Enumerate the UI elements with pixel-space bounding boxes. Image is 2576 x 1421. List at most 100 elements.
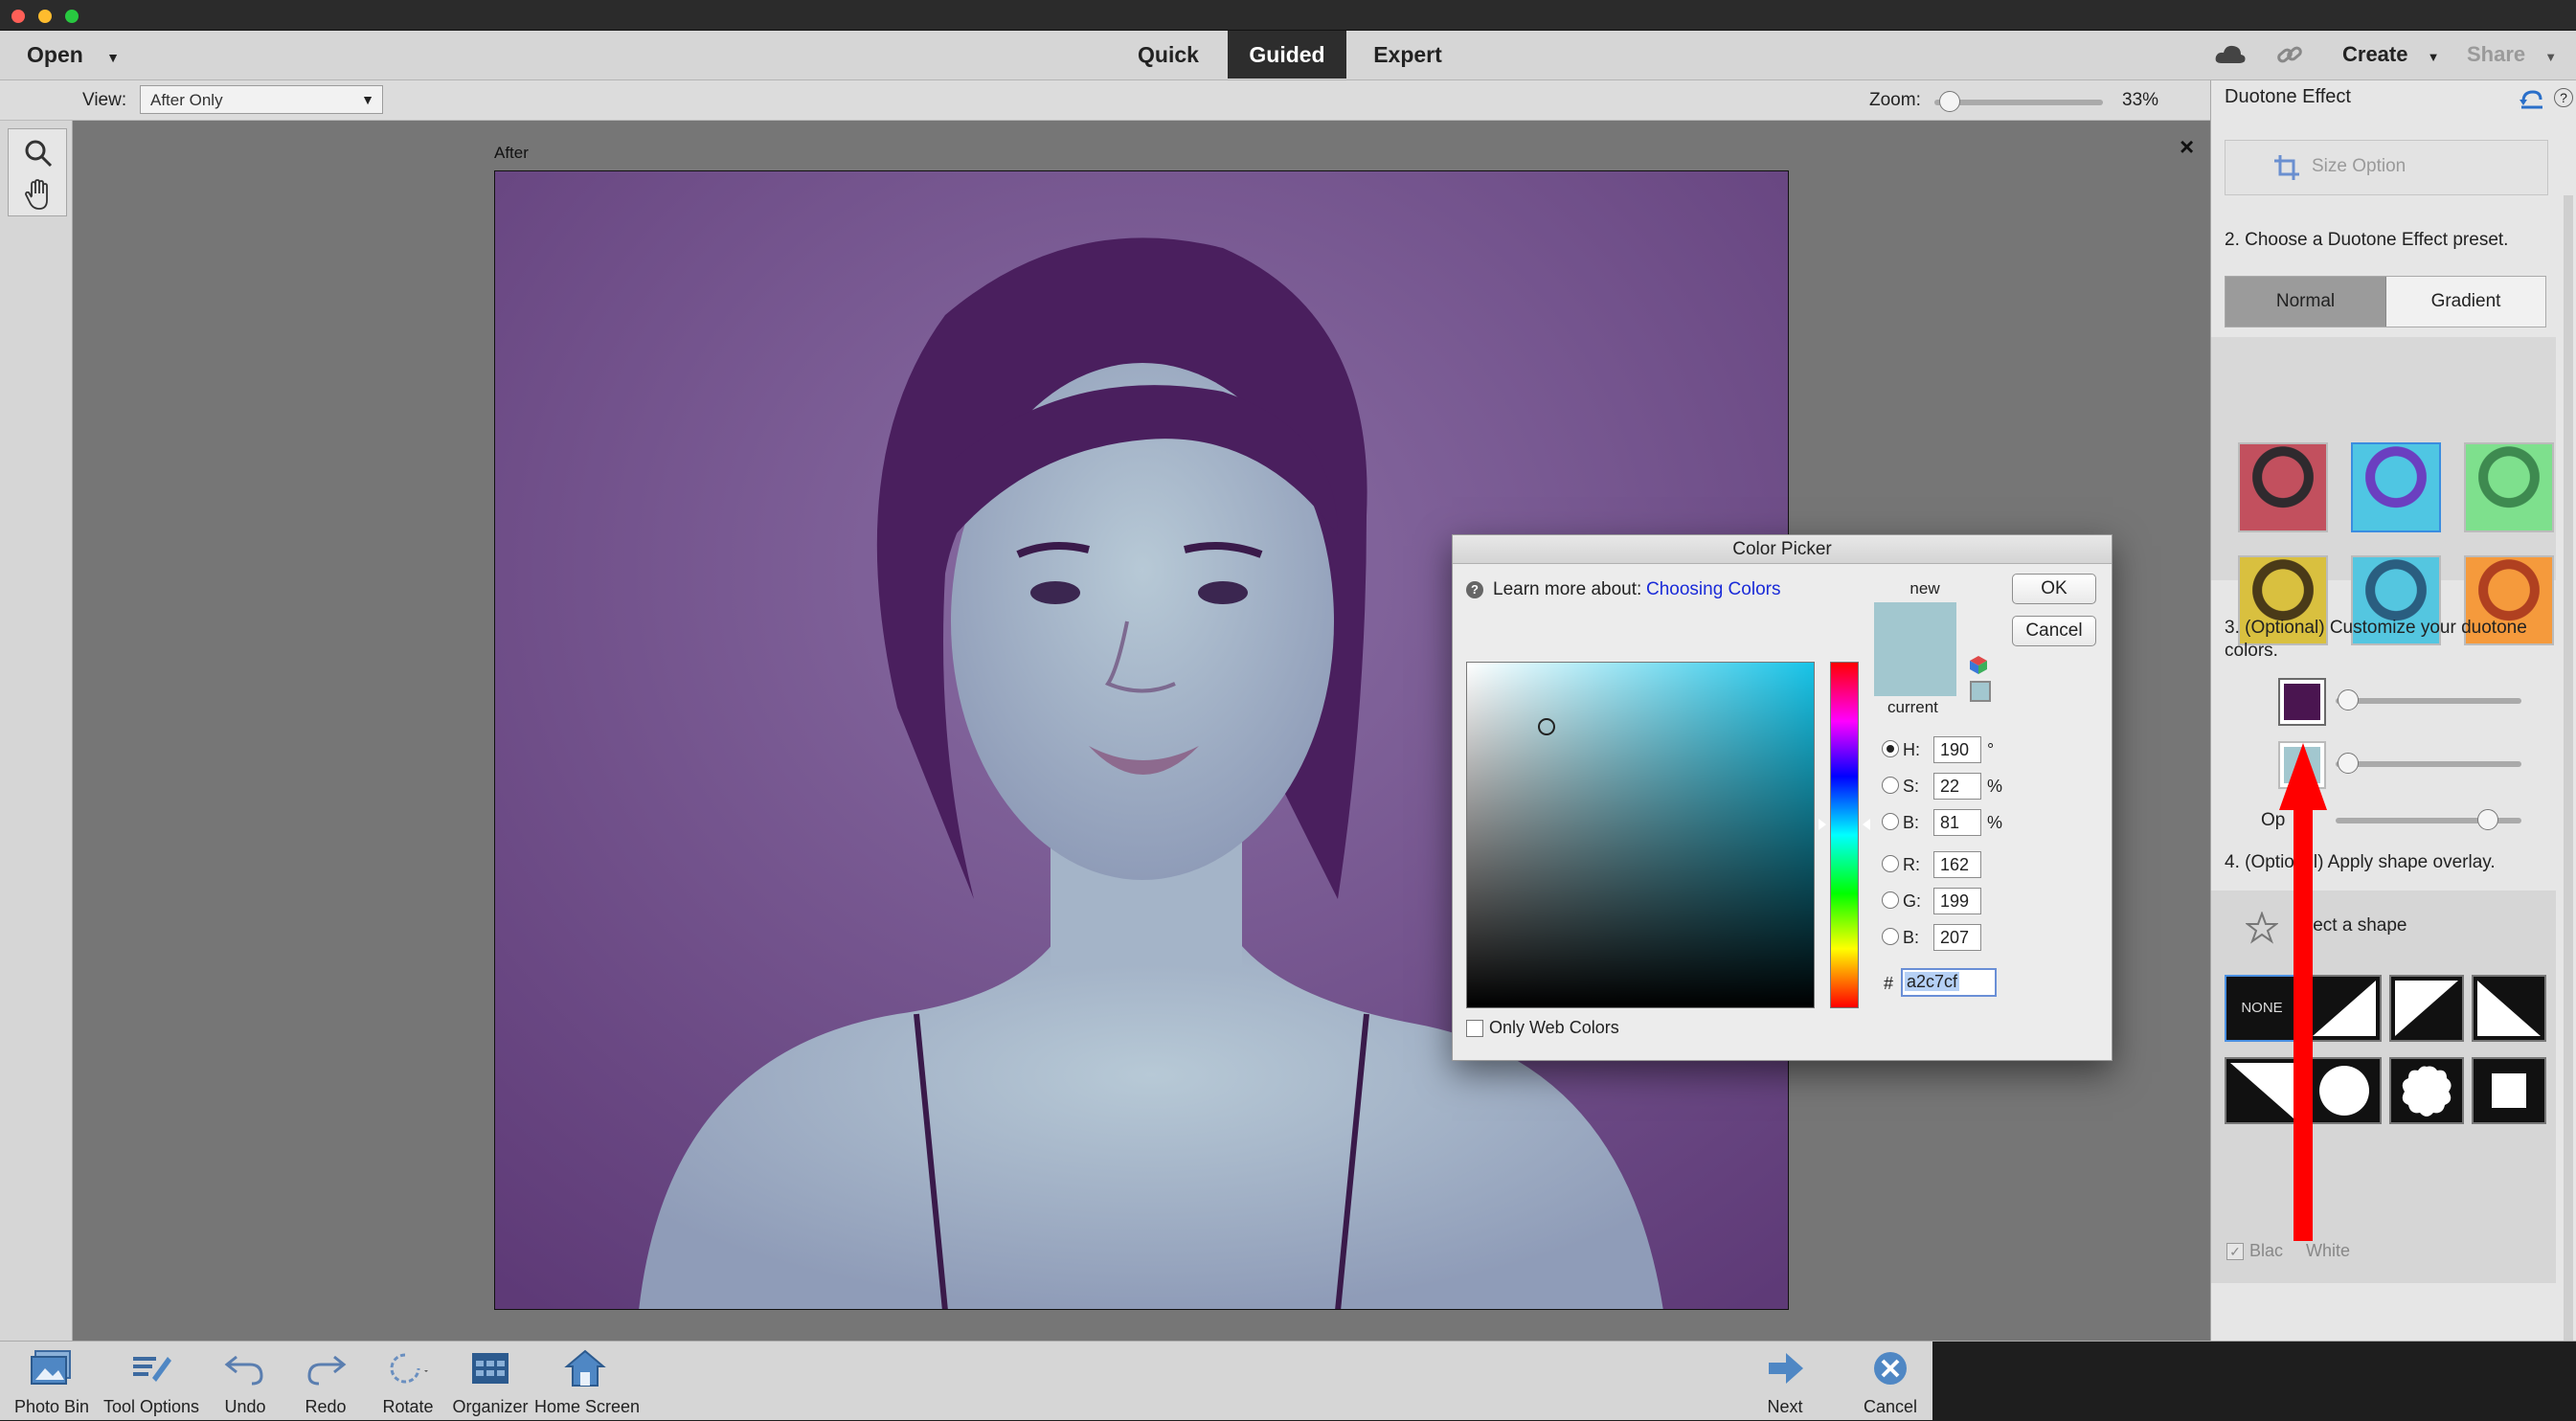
photo-bin-button[interactable]: Photo Bin — [6, 1342, 98, 1421]
zoom-tool-icon[interactable] — [24, 139, 53, 168]
rotate-button[interactable]: Rotate — [370, 1342, 446, 1421]
after-label: After — [494, 144, 529, 162]
blue-field[interactable]: 207 — [1933, 924, 1981, 951]
web-safe-swatch-icon[interactable] — [1970, 681, 1991, 702]
organizer-button[interactable]: Organizer — [448, 1342, 532, 1421]
home-screen-button[interactable]: Home Screen — [534, 1342, 640, 1421]
cancel-guided-button[interactable]: Cancel — [1850, 1342, 1931, 1421]
step3-text: 3. (Optional) Customize your duotone col… — [2225, 618, 2527, 661]
dialog-title: Color Picker — [1453, 535, 2112, 564]
tab-normal[interactable]: Normal — [2226, 277, 2386, 327]
new-color-swatch — [1874, 602, 1956, 652]
close-view-icon[interactable]: × — [2180, 132, 2194, 162]
close-window-button[interactable] — [11, 10, 25, 23]
hue-slider-left-arrow[interactable] — [1819, 819, 1826, 830]
color1-swatch[interactable] — [2278, 678, 2326, 726]
current-color-swatch[interactable] — [1874, 652, 1956, 696]
preset-thumb-3[interactable] — [2464, 442, 2554, 532]
panel-scrollbar[interactable] — [2564, 195, 2573, 1344]
color2-slider[interactable] — [2336, 761, 2521, 767]
zoom-slider-handle[interactable] — [1939, 91, 1961, 112]
shape-splatter[interactable] — [2389, 1057, 2464, 1124]
zoom-window-button[interactable] — [65, 10, 79, 23]
minimize-window-button[interactable] — [38, 10, 52, 23]
cancel-button[interactable]: Cancel — [2012, 616, 2096, 646]
tool-options-button[interactable]: Tool Options — [100, 1342, 203, 1421]
cloud-icon[interactable] — [2214, 44, 2247, 65]
step4-text: 4. (Optio l) Apply shape overlay. — [2225, 852, 2496, 872]
color1-slider-handle[interactable] — [2338, 689, 2359, 710]
blue-label: B: — [1903, 928, 1920, 947]
brightness-radio[interactable] — [1882, 813, 1899, 830]
preset-thumb-2[interactable] — [2351, 442, 2441, 532]
tool-group — [8, 128, 67, 216]
hue-label: H: — [1903, 740, 1920, 759]
link-icon[interactable] — [2275, 42, 2304, 67]
hue-slider[interactable] — [1830, 662, 1859, 1008]
menu-bar: Open ▼ Quick Guided Expert Create ▼ Shar… — [0, 31, 2576, 80]
tool-options-icon — [133, 1357, 171, 1382]
help-icon[interactable]: ? — [2554, 88, 2573, 107]
tab-gradient[interactable]: Gradient — [2386, 277, 2545, 327]
black-white-checkbox[interactable]: ✓ — [2226, 1243, 2244, 1260]
hue-radio[interactable] — [1882, 740, 1899, 757]
home-icon — [564, 1349, 606, 1387]
choosing-colors-link[interactable]: Choosing Colors — [1646, 579, 1780, 600]
cancel-x-icon — [1874, 1352, 1907, 1385]
rotate-icon — [390, 1353, 428, 1384]
hue-unit: ° — [1987, 740, 1995, 759]
green-radio[interactable] — [1882, 891, 1899, 909]
ok-button[interactable]: OK — [2012, 574, 2096, 604]
next-button[interactable]: Next — [1747, 1342, 1823, 1421]
tab-guided[interactable]: Guided — [1228, 31, 1346, 79]
saturation-field[interactable]: 22 — [1933, 773, 1981, 800]
shape-triangle-3[interactable] — [2472, 975, 2546, 1042]
brightness-field[interactable]: 81 — [1933, 809, 1981, 836]
step2-text: 2. Choose a Duotone Effect preset. — [2225, 230, 2509, 250]
panel-title: Duotone Effect — [2225, 86, 2351, 107]
green-field[interactable]: 199 — [1933, 888, 1981, 914]
chevron-down-icon: ▼ — [361, 92, 374, 107]
hue-field[interactable]: 190 — [1933, 736, 1981, 763]
color1-slider[interactable] — [2336, 698, 2521, 704]
hue-slider-right-arrow[interactable] — [1863, 819, 1870, 830]
brightness-label: B: — [1903, 813, 1920, 832]
view-select[interactable]: After Only ▼ — [140, 85, 383, 114]
reset-icon[interactable] — [2520, 88, 2544, 109]
redo-button[interactable]: Redo — [287, 1342, 364, 1421]
annotation-arrow — [2279, 743, 2327, 1241]
saturation-radio[interactable] — [1882, 777, 1899, 794]
share-menu[interactable]: Share ▼ — [2467, 31, 2557, 79]
opacity-slider-handle[interactable] — [2477, 809, 2498, 830]
hand-tool-icon[interactable] — [24, 179, 55, 212]
color2-slider-handle[interactable] — [2338, 753, 2359, 774]
red-field[interactable]: 162 — [1933, 851, 1981, 878]
view-select-value: After Only — [150, 91, 223, 109]
saturation-brightness-field[interactable] — [1466, 662, 1815, 1008]
tab-expert[interactable]: Expert — [1360, 31, 1456, 79]
open-label: Open — [27, 42, 83, 67]
undo-button[interactable]: Undo — [207, 1342, 283, 1421]
tab-quick[interactable]: Quick — [1122, 31, 1214, 79]
color-picker-dialog: Color Picker ? Learn more about: Choosin… — [1452, 534, 2113, 1061]
shape-square[interactable] — [2472, 1057, 2546, 1124]
only-web-colors-checkbox[interactable] — [1466, 1020, 1483, 1037]
open-menu[interactable]: Open ▼ — [27, 31, 120, 79]
organizer-icon — [472, 1353, 508, 1384]
black-white-label: Blac White — [2249, 1241, 2351, 1260]
shape-triangle-2[interactable] — [2389, 975, 2464, 1042]
only-web-colors-label: Only Web Colors — [1489, 1018, 1619, 1037]
duotone-panel: Duotone Effect ? Size Option 2. Choose a… — [2210, 80, 2576, 1344]
size-option-button[interactable]: Size Option — [2225, 140, 2548, 195]
out-of-gamut-cube-icon[interactable] — [1968, 654, 1989, 675]
color-selector-ring[interactable] — [1538, 718, 1555, 735]
preset-thumb-1[interactable] — [2238, 442, 2328, 532]
options-bar: View: After Only ▼ Zoom: 33% — [0, 80, 2210, 121]
window-titlebar — [0, 0, 2576, 31]
blue-radio[interactable] — [1882, 928, 1899, 945]
green-label: G: — [1903, 891, 1922, 911]
help-icon[interactable]: ? — [1466, 581, 1483, 598]
red-radio[interactable] — [1882, 855, 1899, 872]
hex-field[interactable]: a2c7cf — [1901, 968, 1997, 997]
create-menu[interactable]: Create ▼ — [2342, 31, 2439, 79]
